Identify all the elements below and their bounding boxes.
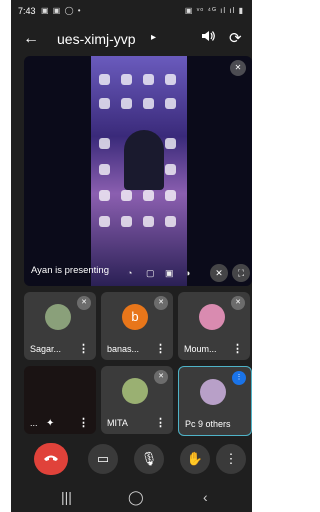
participant-name: Pc 9 others (185, 419, 231, 429)
avatar (199, 304, 225, 330)
participant-name: MITA (107, 418, 128, 428)
participant-name: Moum... (184, 344, 217, 354)
nav-icon-2: ▢ (146, 268, 155, 278)
mute-icon: ✕ (230, 60, 246, 76)
recents-icon[interactable]: ||| (61, 489, 72, 505)
end-call-button[interactable] (34, 443, 68, 475)
switch-camera-icon[interactable]: ⟳ (229, 29, 242, 47)
status-right-icons: ▣ ᵛᵒ ⁴ᴳ ıl ıl ▮ (184, 6, 244, 15)
mic-off-icon: ✕ (154, 296, 168, 310)
more-vert-icon[interactable]: ⋮ (78, 416, 89, 429)
mic-off-icon: ✕ (154, 370, 168, 384)
raise-hand-button[interactable]: ✋ (180, 444, 210, 474)
fullscreen-icon[interactable]: ⛶ (232, 264, 250, 282)
mic-off-icon: ✕ (231, 296, 245, 310)
participant-tile[interactable]: ... ✦ ⋮ (24, 366, 96, 434)
speaking-icon: ⋮ (232, 371, 246, 385)
more-options-button[interactable]: ⋮ (216, 444, 246, 474)
wallpaper-character (124, 130, 164, 190)
top-bar: ← ues-ximj-yvp ▸ ⟳ (11, 22, 252, 56)
status-time: 7:43 (18, 6, 36, 16)
more-vert-icon[interactable]: ⋮ (155, 342, 166, 355)
status-left-icons: ▣ ▣ ◯ • (41, 6, 82, 15)
participant-tile[interactable]: ✕ Sagar... ⋮ (24, 292, 96, 360)
avatar (45, 304, 71, 330)
home-icon[interactable]: ◯ (128, 489, 144, 506)
participant-name: banas... (107, 344, 140, 354)
avatar (122, 378, 148, 404)
camera-button[interactable]: ▭ (88, 444, 118, 474)
participant-name: ... (30, 418, 38, 428)
back-nav-icon[interactable]: ‹ (203, 489, 208, 505)
presenting-label: Ayan is presenting (31, 265, 109, 276)
mic-button[interactable]: 🎙 (134, 444, 164, 474)
more-vert-icon[interactable]: ⋮ (155, 416, 166, 429)
back-arrow-icon[interactable]: ← (23, 30, 39, 48)
others-tile[interactable]: ⋮ Pc 9 others (178, 366, 252, 436)
more-vert-icon[interactable]: ⋮ (232, 342, 243, 355)
participant-tile[interactable]: ✕ Moum... ⋮ (178, 292, 250, 360)
shared-screen (91, 56, 187, 286)
nav-icon-3: ▣ (165, 268, 174, 278)
nav-icon-1: ◔ (127, 268, 133, 278)
meeting-code[interactable]: ues-ximj-yvp (57, 31, 136, 47)
participant-tile[interactable]: ✕ MITA ⋮ (101, 366, 173, 434)
volume-icon[interactable] (201, 30, 215, 45)
nav-icon-4: ◑ (185, 268, 191, 278)
more-vert-icon[interactable]: ⋮ (78, 342, 89, 355)
status-bar: 7:43 ▣ ▣ ◯ • ▣ ᵛᵒ ⁴ᴳ ıl ıl ▮ (11, 0, 252, 22)
mic-off-icon: ✕ (77, 296, 91, 310)
effects-icon[interactable]: ✦ (46, 418, 54, 429)
participant-name: Sagar... (30, 344, 62, 354)
android-nav-bar: ||| ◯ ‹ (11, 482, 252, 512)
pin-off-icon[interactable]: ✕ (210, 264, 228, 282)
participant-tile[interactable]: ✕ b banas... ⋮ (101, 292, 173, 360)
call-controls: ▭ 🎙 ✋ ⋮ (11, 440, 252, 480)
avatar: b (122, 304, 148, 330)
chevron-right-icon[interactable]: ▸ (151, 32, 156, 43)
avatar (200, 379, 226, 405)
presentation-view[interactable]: ✕ Ayan is presenting ◔ ▢ ▣ ◑ ✕ ⛶ (24, 56, 252, 286)
phone-screen: 7:43 ▣ ▣ ◯ • ▣ ᵛᵒ ⁴ᴳ ıl ıl ▮ ← ues-ximj-… (11, 0, 252, 512)
